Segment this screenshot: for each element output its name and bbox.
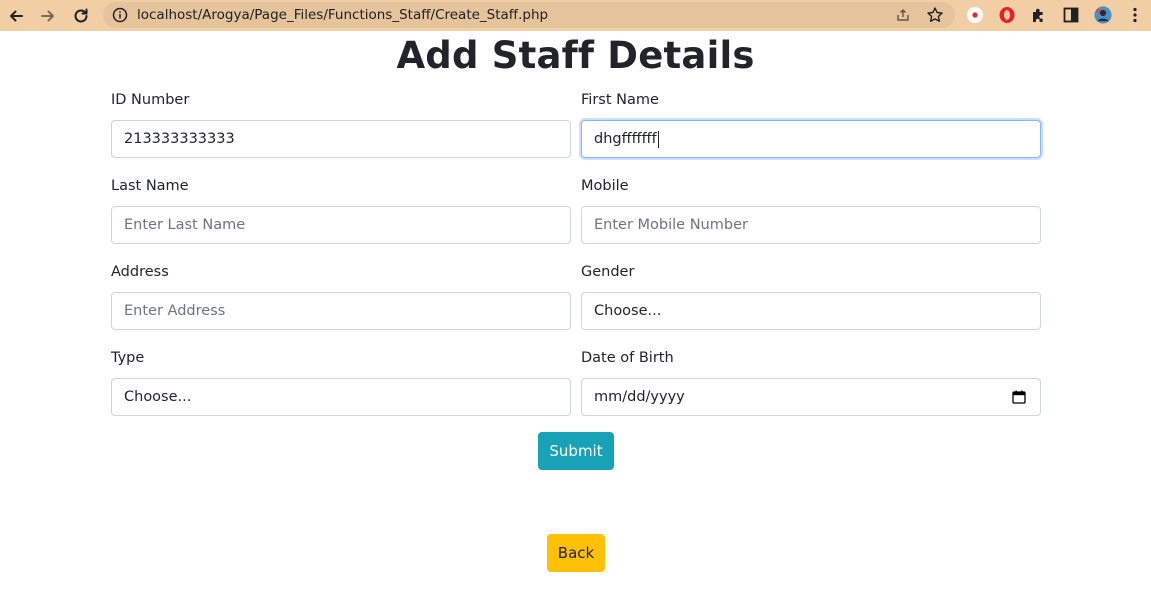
mobile-label: Mobile (581, 178, 629, 194)
first-name-input[interactable]: dhgfffffff (581, 120, 1041, 158)
forward-arrow-icon[interactable] (35, 3, 61, 29)
url-text[interactable]: localhost/Arogya/Page_Files/Functions_St… (137, 7, 548, 23)
back-arrow-icon[interactable] (3, 3, 29, 29)
dob-input[interactable]: mm/dd/yyyy (581, 378, 1041, 416)
address-bar[interactable]: localhost/Arogya/Page_Files/Functions_St… (103, 2, 955, 28)
dob-label: Date of Birth (581, 350, 674, 366)
address-label: Address (111, 264, 169, 280)
bookmark-star-icon[interactable] (926, 6, 944, 24)
id-number-label: ID Number (111, 92, 190, 108)
back-button[interactable]: Back (547, 534, 605, 572)
side-panel-icon[interactable] (1060, 4, 1082, 26)
profile-avatar[interactable] (1092, 4, 1114, 26)
id-number-value: 213333333333 (124, 131, 235, 147)
address-placeholder: Enter Address (124, 303, 226, 319)
share-icon[interactable] (895, 7, 911, 23)
text-caret (657, 130, 659, 148)
last-name-input[interactable]: Enter Last Name (111, 206, 571, 244)
gender-label: Gender (581, 264, 635, 280)
browser-toolbar: localhost/Arogya/Page_Files/Functions_St… (0, 0, 1151, 31)
gender-select[interactable]: Choose... (581, 292, 1041, 330)
opera-extension-icon[interactable] (996, 4, 1018, 26)
submit-button[interactable]: Submit (538, 432, 614, 470)
gender-selected: Choose... (594, 303, 662, 319)
last-name-placeholder: Enter Last Name (124, 217, 246, 233)
type-select[interactable]: Choose... (111, 378, 571, 416)
mobile-input[interactable]: Enter Mobile Number (581, 206, 1041, 244)
info-icon[interactable] (112, 7, 128, 23)
page-title: Add Staff Details (396, 34, 755, 77)
calendar-icon[interactable] (1012, 390, 1026, 404)
id-number-input[interactable]: 213333333333 (111, 120, 571, 158)
record-extension-icon[interactable] (964, 4, 986, 26)
puzzle-extensions-icon[interactable] (1028, 4, 1050, 26)
first-name-value: dhgfffffff (594, 131, 657, 147)
mobile-placeholder: Enter Mobile Number (594, 217, 748, 233)
first-name-label: First Name (581, 92, 659, 108)
menu-kebab-icon[interactable] (1124, 4, 1146, 26)
address-input[interactable]: Enter Address (111, 292, 571, 330)
type-label: Type (111, 350, 145, 366)
dob-placeholder: mm/dd/yyyy (594, 389, 685, 405)
type-selected: Choose... (124, 389, 192, 405)
last-name-label: Last Name (111, 178, 189, 194)
reload-icon[interactable] (68, 3, 94, 29)
